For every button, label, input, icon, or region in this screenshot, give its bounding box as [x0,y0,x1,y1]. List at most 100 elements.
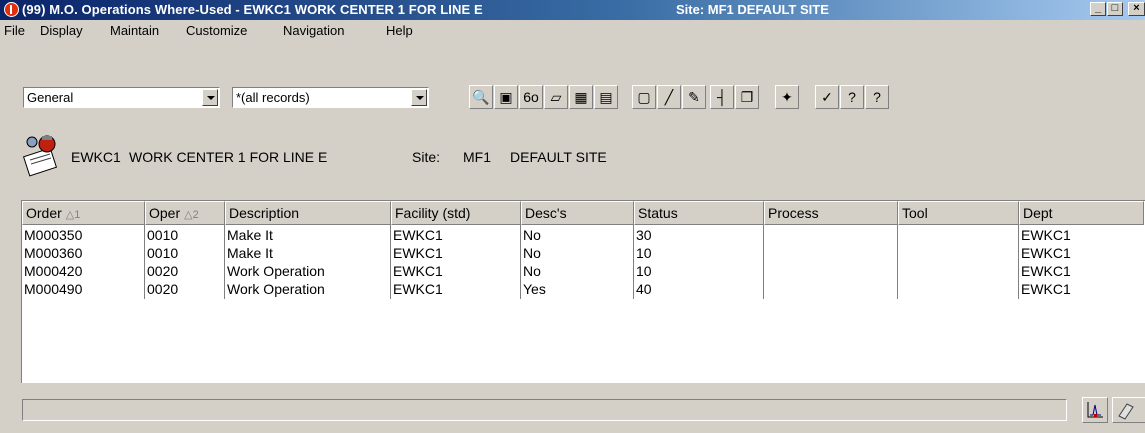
table-cell: 0010 [147,227,179,243]
column-header-dept[interactable]: Dept [1019,201,1144,225]
table-cell [764,244,898,262]
sort-indicator-icon: △1 [65,209,81,221]
table-cell: Make It [227,227,273,243]
table-cell: 10 [636,263,652,279]
toolbar-button[interactable]: ? [840,85,864,109]
column-header-label: Dept [1023,205,1053,221]
toolbar-button[interactable]: ╱ [657,85,681,109]
column-header-oper[interactable]: Oper △2 [145,201,225,225]
column-header-label: Oper [149,205,181,221]
menu-maintain[interactable]: Maintain [110,23,159,38]
filter-select-value: *(all records) [236,90,310,105]
table-cell: No [523,245,541,261]
close-button[interactable]: × [1128,2,1145,16]
chevron-down-icon[interactable] [202,89,218,106]
column-header-label: Status [638,205,678,221]
table-cell: EWKC1 [393,227,443,243]
sort-indicator-icon: △2 [184,209,199,221]
toolbar-button[interactable]: ▱ [544,85,568,109]
table-cell: No [523,263,541,279]
table-cell: Work Operation [227,281,325,297]
table-row[interactable]: M000360 0010 Make It EWKC1 No 10 EWKC1 [22,244,1145,262]
site-code: MF1 [463,149,491,165]
find-binoculars-icon: 🔍 [472,89,490,105]
menu-customize[interactable]: Customize [186,23,247,38]
menu-display[interactable]: Display [40,23,83,38]
window-title-site: Site: MF1 DEFAULT SITE [676,2,829,17]
column-header-process[interactable]: Process [764,201,898,225]
column-header-facility-std[interactable]: Facility (std) [391,201,521,225]
toolbar-button[interactable]: ▦ [569,85,593,109]
toolbar-button[interactable]: ▣ [494,85,518,109]
wizard-icon: ✦ [781,89,793,105]
toolbar-button[interactable]: ┤ [710,85,734,109]
site-label: Site: [412,149,441,165]
maximize-button[interactable]: □ [1107,2,1123,16]
view-select[interactable]: General [23,87,220,108]
column-header-tool[interactable]: Tool [898,201,1019,225]
chart-icon[interactable] [1082,397,1108,423]
table-cell: M000350 [24,227,83,243]
edit-pencil-icon: ╱ [664,89,674,105]
filter-select[interactable]: *(all records) [232,87,429,108]
table-cell [764,262,898,280]
chevron-down-icon[interactable] [411,89,427,106]
toolbar-button[interactable]: ? [865,85,889,109]
table-cell: EWKC1 [1021,281,1071,297]
toolbar-button[interactable]: ✦ [775,85,799,109]
table-row[interactable]: M000350 0010 Make It EWKC1 No 30 EWKC1 [22,226,1145,244]
table-cell: M000420 [24,263,83,279]
menu-file[interactable]: File [4,23,25,38]
site-name: DEFAULT SITE [510,149,607,165]
eraser-icon[interactable] [1112,397,1145,423]
table-cell: Yes [523,281,546,297]
title-bar: (99) M.O. Operations Where-Used - EWKC1 … [0,0,1145,20]
edit-line-icon: ✎ [688,89,700,105]
status-bar [22,399,1067,421]
table-cell: 0010 [147,245,179,261]
printer-icon: ▤ [599,89,613,105]
toolbar-button[interactable]: ❐ [735,85,759,109]
table-row[interactable]: M000490 0020 Work Operation EWKC1 Yes 40 EWKC1 [22,280,1145,298]
toolbar-button[interactable]: ▢ [632,85,656,109]
binary-icon-1: ? [848,89,856,105]
toolbar-button[interactable]: ▤ [594,85,618,109]
table-cell [764,280,898,298]
column-header-description[interactable]: Description [225,201,391,225]
table-cell [898,280,1019,298]
table-cell [898,244,1019,262]
menu-navigation[interactable]: Navigation [283,23,344,38]
window-title: (99) M.O. Operations Where-Used - EWKC1 … [22,2,483,17]
print-icon: ▦ [574,89,588,105]
table-cell: 10 [636,245,652,261]
column-header-order[interactable]: Order △1 [22,201,145,225]
column-header-status[interactable]: Status [634,201,764,225]
toolbar-button[interactable]: 6o [519,85,543,109]
pushpin-icon: ✓ [821,89,833,105]
app-icon[interactable] [4,2,19,17]
table-cell [898,226,1019,244]
column-header-label: Process [768,205,819,221]
table-cell: EWKC1 [1021,263,1071,279]
work-center-icon [22,135,58,177]
operations-grid: Order △1 Oper △2 Description Facility (std) De… [21,200,1145,383]
table-cell: M000360 [24,245,83,261]
toolbar-button[interactable]: 🔍 [469,85,493,109]
table-cell: No [523,227,541,243]
menu-help[interactable]: Help [386,23,413,38]
table-cell [764,226,898,244]
toolbar-button[interactable]: ✓ [815,85,839,109]
toolbar-button[interactable]: ✎ [682,85,706,109]
table-cell: 40 [636,281,652,297]
table-cell: 0020 [147,281,179,297]
work-center-description: WORK CENTER 1 FOR LINE E [129,149,328,165]
column-header-label: Order [26,205,62,221]
table-cell [898,262,1019,280]
table-row[interactable]: M000420 0020 Work Operation EWKC1 No 10 EWKC1 [22,262,1145,280]
table-cell: EWKC1 [1021,227,1071,243]
menu-bar: File Display Maintain Customize Navigati… [0,21,1145,41]
zoom-icon: ▣ [499,89,513,105]
column-header-label: Desc's [525,205,567,221]
column-header-desc-s[interactable]: Desc's [521,201,634,225]
minimize-button[interactable]: _ [1090,2,1106,16]
